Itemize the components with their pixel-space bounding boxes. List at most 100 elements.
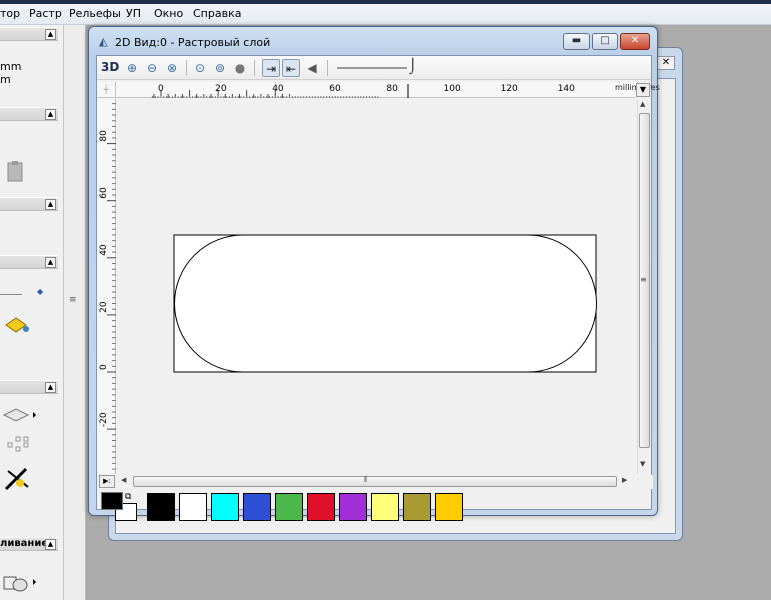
zoom-in-icon[interactable]: ⊕ [123, 59, 141, 77]
primary-color-swatch[interactable] [101, 492, 123, 510]
horizontal-scroll-row: ▶: ◀ ⦀ ▶ [97, 475, 653, 489]
left-tool-panel: ▲ mm m ▲ ▲ ▲ ◆ ▲ ливание ▲ [0, 25, 64, 600]
scroll-up-icon[interactable]: ▲ [640, 100, 645, 108]
panel-header[interactable]: ▲ [0, 255, 58, 269]
color-palette: ⧉ [97, 492, 653, 521]
color-swatch[interactable] [307, 493, 335, 521]
ruler-v-label: -20 [99, 412, 109, 427]
collapse-icon[interactable]: ▲ [45, 539, 56, 550]
ruler-v-label: 80 [99, 130, 109, 142]
panel-header-label: ливание [0, 538, 49, 549]
scroll-options-icon[interactable]: ▶: [99, 475, 115, 488]
menu-item-raster[interactable]: Растр [29, 7, 62, 20]
zoom-out-icon[interactable]: ⊖ [143, 59, 161, 77]
paint-bucket-icon[interactable] [4, 315, 30, 335]
drawing-canvas[interactable] [117, 99, 637, 474]
splitter-grip-icon[interactable]: ≡ [69, 295, 77, 305]
window-client: 3D ⊕ ⊖ ⊗ ⊙ ⊚ ● ⇥ ⇤ ◀ ⌡ ┼ 0 20 40 60 80 100 120… [96, 55, 660, 521]
color-swatch[interactable] [179, 493, 207, 521]
collapse-icon[interactable]: ▲ [45, 109, 56, 120]
menu-item-window[interactable]: Окно [154, 7, 183, 20]
vertical-scrollbar[interactable]: ▲ ≡ ▼ [637, 99, 651, 474]
zoom-fit-icon[interactable]: ⊙ [191, 59, 209, 77]
color-swatch[interactable] [435, 493, 463, 521]
scroll-left-icon[interactable]: ◀ [121, 476, 126, 484]
rounded-slot-vector[interactable] [174, 234, 597, 373]
color-swatch[interactable] [147, 493, 175, 521]
window-title: 2D Вид:0 - Растровый слой [115, 36, 271, 49]
zoom-slider-thumb[interactable]: ⌡ [409, 59, 416, 75]
collapse-icon[interactable]: ▲ [45, 382, 56, 393]
layer-merge-icon[interactable]: ⇤ [282, 59, 300, 77]
panel-header[interactable]: ▲ [0, 27, 58, 41]
toolbar-separator [327, 60, 328, 76]
swap-colors-icon[interactable]: ⧉ [125, 492, 131, 502]
panel-header-pouring[interactable]: ливание ▲ [0, 537, 58, 551]
shape-tools-icon[interactable] [2, 571, 38, 593]
node-grid-icon[interactable] [6, 435, 32, 453]
menu-bar: тор Растр Рельефы УП Окно Справка [0, 0, 771, 25]
ruler-h-label: 120 [501, 84, 518, 94]
view-2d-window[interactable]: ◭ 2D Вид:0 - Растровый слой ▬ □ ✕ 3D ⊕ ⊖… [88, 26, 660, 521]
zoom-previous-icon[interactable]: ⊗ [163, 59, 181, 77]
color-swatch[interactable] [339, 493, 367, 521]
ruler-h-label: 140 [558, 84, 575, 94]
zoom-selection-icon[interactable]: ⊚ [211, 59, 229, 77]
color-swatch[interactable] [243, 493, 271, 521]
current-colors[interactable]: ⧉ [101, 492, 139, 524]
panel-splitter[interactable]: ≡ [64, 25, 86, 600]
toolbar-separator [186, 60, 187, 76]
layers-icon[interactable] [2, 405, 36, 425]
panel-header[interactable]: ▲ [0, 107, 58, 121]
collapse-icon[interactable]: ▲ [45, 199, 56, 210]
ruler-h-label: 80 [386, 84, 398, 94]
ruler-v-label: 40 [99, 244, 109, 256]
slider-dot-icon[interactable]: ◆ [37, 287, 43, 296]
units-dropdown-icon[interactable]: ▼ [636, 83, 650, 97]
ruler-v-label: 20 [99, 301, 109, 313]
panel-header[interactable]: ▲ [0, 197, 58, 211]
window-titlebar[interactable]: ◭ 2D Вид:0 - Растровый слой ▬ □ ✕ [89, 27, 657, 55]
toolbar-separator [254, 60, 255, 76]
vertical-ruler: 80 60 40 20 0 -20 [97, 99, 116, 474]
slider-line[interactable] [0, 294, 22, 295]
ruler-v-label: 0 [99, 364, 109, 370]
ruler-v-label: 60 [99, 187, 109, 199]
view-3d-button[interactable]: 3D [101, 60, 119, 74]
ruler-corner[interactable]: ┼ [97, 82, 116, 98]
app-icon: ◭ [99, 35, 108, 48]
zoom-all-icon[interactable]: ● [231, 59, 249, 77]
close-icon[interactable]: ✕ [657, 56, 675, 70]
ruler-h-label: 0 [158, 84, 164, 94]
view-toolbar: 3D ⊕ ⊖ ⊗ ⊙ ⊚ ● ⇥ ⇤ ◀ ⌡ [97, 56, 651, 80]
ruler-h-label: 20 [215, 84, 227, 94]
close-button[interactable]: ✕ [620, 33, 650, 50]
menu-item-reliefs[interactable]: Рельефы [69, 7, 121, 20]
color-swatch[interactable] [275, 493, 303, 521]
collapse-icon[interactable]: ▲ [45, 29, 56, 40]
taskbar-strip [0, 0, 771, 4]
cross-tools-icon[interactable] [2, 465, 32, 493]
ruler-h-label: 100 [444, 84, 461, 94]
minimize-button[interactable]: ▬ [563, 33, 590, 50]
menu-item-help[interactable]: Справка [193, 7, 241, 20]
scroll-grip-icon: ⦀ [364, 475, 368, 484]
color-swatch[interactable] [371, 493, 399, 521]
maximize-button[interactable]: □ [592, 33, 618, 50]
scroll-right-icon[interactable]: ▶ [622, 476, 627, 484]
horizontal-scrollbar[interactable]: ◀ ⦀ ▶ [119, 475, 633, 489]
ruler-h-label: 60 [329, 84, 341, 94]
clipboard-icon[interactable] [6, 160, 24, 182]
scroll-down-icon[interactable]: ▼ [640, 460, 645, 468]
color-swatch[interactable] [403, 493, 431, 521]
zoom-slider-track[interactable] [337, 67, 407, 69]
light-icon[interactable]: ◀ [303, 59, 321, 77]
horizontal-scroll-thumb[interactable] [133, 476, 617, 487]
layer-toggle-icon[interactable]: ⇥ [262, 59, 280, 77]
menu-item-toolpaths[interactable]: УП [126, 7, 141, 20]
panel-header[interactable]: ▲ [0, 380, 58, 394]
menu-item-vector[interactable]: тор [0, 7, 20, 20]
scroll-grip-icon: ≡ [640, 275, 647, 284]
collapse-icon[interactable]: ▲ [45, 257, 56, 268]
color-swatch[interactable] [211, 493, 239, 521]
